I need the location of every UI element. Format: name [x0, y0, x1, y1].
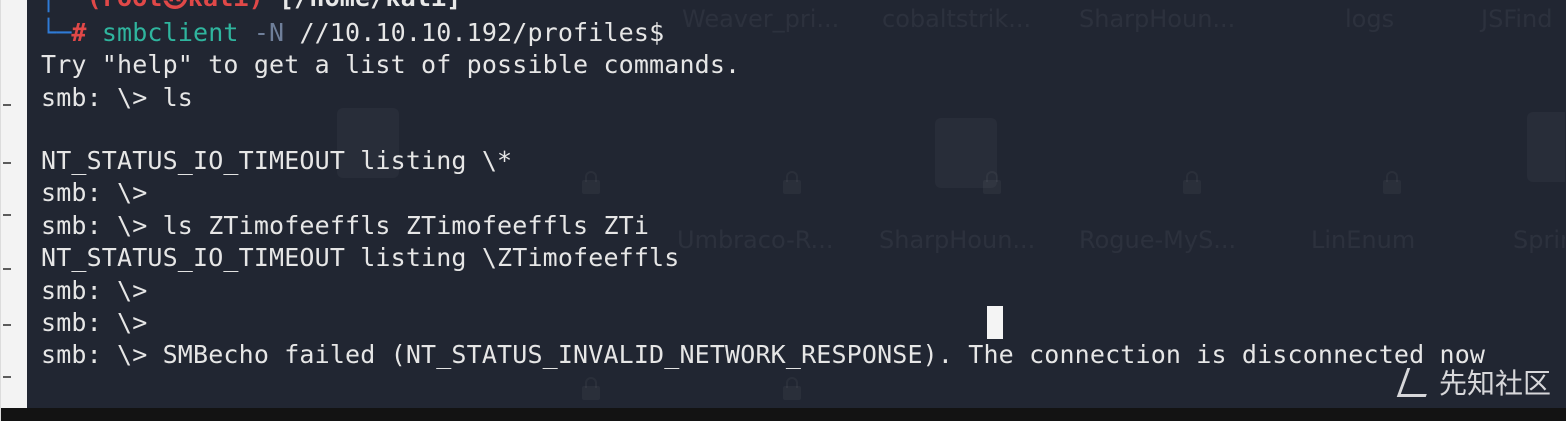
output-line: smb: \> [41, 308, 148, 337]
ghost-lock-icon [1183, 171, 1201, 194]
command-name: smbclient [101, 18, 239, 47]
ghost-lock-icon [783, 377, 801, 400]
ghost-lock-icon [983, 171, 1001, 194]
command-option: -N [253, 18, 285, 47]
ghost-lock-icon [1383, 171, 1401, 194]
output-line: NT_STATUS_IO_TIMEOUT listing \* [41, 146, 513, 175]
ghost-label: Umbraco-R... [677, 226, 834, 254]
command-line: └─# smbclient -N //10.10.10.192/profiles… [41, 18, 665, 47]
bottom-edge [1, 408, 1566, 421]
output-line: smb: \> SMBecho failed (NT_STATUS_INVALI… [41, 340, 1486, 369]
watermark-logo-icon [1396, 367, 1437, 397]
watermark-text: 先知社区 [1438, 367, 1551, 400]
ghost-label: Spring [1513, 226, 1565, 254]
output-line: smb: \> ls [41, 83, 194, 112]
output-line: Try "help" to get a list of possible com… [41, 50, 741, 79]
ghost-lock-icon [783, 171, 801, 194]
ghost-label: Rogue-MyS... [1079, 226, 1237, 254]
ghost-folder-icon [1527, 112, 1565, 182]
ghost-label: SharpHoun... [1079, 5, 1236, 33]
text-cursor [987, 306, 1003, 339]
terminal-window[interactable]: Weaver_pri... cobaltstrik... SharpHoun..… [27, 0, 1565, 408]
left-window-edge [1, 0, 27, 421]
output-line: NT_STATUS_IO_TIMEOUT listing \ZTimofeeff… [41, 243, 680, 272]
ghost-lock-icon [582, 171, 600, 194]
watermark: 先知社区 [1396, 362, 1551, 402]
command-argument: //10.10.10.192/profiles$ [299, 18, 665, 47]
screenshot-frame: Weaver_pri... cobaltstrik... SharpHoun..… [0, 0, 1566, 421]
output-line: smb: \> [41, 178, 148, 207]
prompt-header: ┌──(root㉿kali)-[/home/kali] [41, 0, 461, 14]
ghost-label: cobaltstrik... [882, 5, 1032, 33]
output-line: smb: \> [41, 276, 148, 305]
output-line: smb: \> ls ZTimofeeffls ZTimofeeffls ZTi [41, 211, 650, 240]
ghost-label: Weaver_pri... [682, 5, 840, 33]
ghost-label: JSFind [1481, 5, 1553, 33]
ghost-label: SharpHoun... [879, 226, 1036, 254]
ghost-label: LinEnum [1311, 226, 1416, 254]
ghost-lock-icon [582, 377, 600, 400]
ghost-label: logs [1345, 5, 1395, 33]
